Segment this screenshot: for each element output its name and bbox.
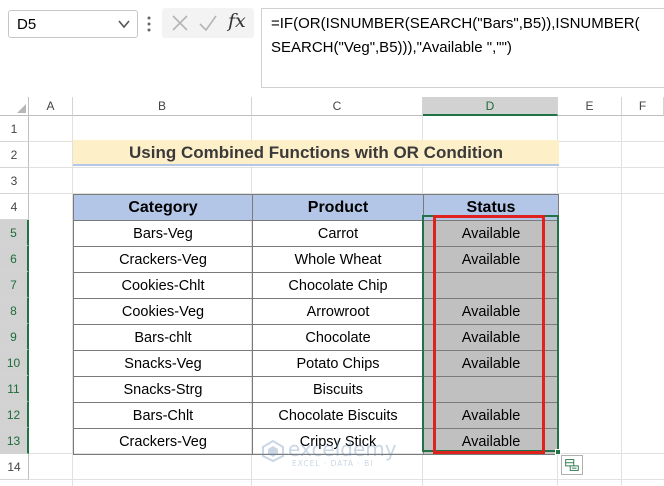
product-cell[interactable]: Potato Chips: [252, 350, 424, 377]
product-cell[interactable]: Chocolate Chip: [252, 272, 424, 299]
header-product[interactable]: Product: [252, 194, 424, 221]
row-header-4[interactable]: 4: [0, 194, 29, 220]
watermark: exceldemy EXCEL · DATA · BI: [262, 437, 412, 471]
category-cell[interactable]: Bars-Chlt: [73, 402, 253, 429]
formula-line-2: SEARCH("Veg",B5))),"Available ",""): [271, 39, 512, 56]
product-cell[interactable]: Chocolate: [252, 324, 424, 351]
cancel-icon[interactable]: [170, 13, 190, 33]
quick-analysis-icon[interactable]: [561, 455, 583, 475]
name-box-value[interactable]: D5: [17, 16, 36, 33]
formula-line-1: =IF(OR(ISNUMBER(SEARCH("Bars",B5)),ISNUM…: [271, 15, 640, 32]
category-cell[interactable]: Bars-Veg: [73, 220, 253, 247]
watermark-name: exceldemy: [288, 437, 397, 461]
column-header-c[interactable]: C: [252, 97, 423, 116]
row-header-10[interactable]: 10: [0, 350, 29, 376]
product-cell[interactable]: Arrowroot: [252, 298, 424, 325]
product-cell[interactable]: Whole Wheat: [252, 246, 424, 273]
chevron-down-icon[interactable]: [117, 15, 131, 33]
sheet-title: Using Combined Functions with OR Conditi…: [73, 140, 559, 166]
category-cell[interactable]: Cookies-Chlt: [73, 272, 253, 299]
select-all-icon: [17, 104, 26, 113]
column-header-a[interactable]: A: [29, 97, 73, 116]
column-header-e[interactable]: E: [558, 97, 622, 116]
row-header-13[interactable]: 13: [0, 428, 29, 454]
column-header-f[interactable]: F: [622, 97, 664, 116]
name-box[interactable]: D5: [8, 10, 138, 38]
row-header-1[interactable]: 1: [0, 116, 29, 142]
category-cell[interactable]: Bars-chlt: [73, 324, 253, 351]
formula-buttons: fx: [162, 8, 254, 38]
category-cell[interactable]: Snacks-Veg: [73, 350, 253, 377]
column-header-d[interactable]: D: [423, 97, 558, 116]
watermark-tagline: EXCEL · DATA · BI: [292, 459, 374, 468]
gridline: [621, 116, 622, 486]
row-header-7[interactable]: 7: [0, 272, 29, 298]
row-header-6[interactable]: 6: [0, 246, 29, 272]
row-header-14[interactable]: 14: [0, 454, 29, 480]
row-header-12[interactable]: 12: [0, 402, 29, 428]
row-header-5[interactable]: 5: [0, 220, 29, 246]
gridline: [29, 167, 664, 168]
gridline: [29, 479, 664, 480]
enter-check-icon[interactable]: [198, 13, 218, 33]
product-cell[interactable]: Biscuits: [252, 376, 424, 403]
select-all-corner[interactable]: [0, 97, 29, 116]
row-header-2[interactable]: 2: [0, 142, 29, 168]
formula-input[interactable]: =IF(OR(ISNUMBER(SEARCH("Bars",B5)),ISNUM…: [261, 8, 664, 88]
worksheet-grid[interactable]: A B C D E F 1 2 3 4 5 6 7 8 9 10 11 12 1…: [0, 97, 664, 486]
category-cell[interactable]: Snacks-Strg: [73, 376, 253, 403]
category-cell[interactable]: Crackers-Veg: [73, 428, 253, 455]
highlight-box: [433, 215, 545, 454]
exceldemy-logo-icon: [262, 440, 284, 462]
header-category[interactable]: Category: [73, 194, 253, 221]
category-cell[interactable]: Crackers-Veg: [73, 246, 253, 273]
category-cell[interactable]: Cookies-Veg: [73, 298, 253, 325]
insert-function-icon[interactable]: fx: [228, 10, 246, 32]
product-cell[interactable]: Carrot: [252, 220, 424, 247]
row-header-3[interactable]: 3: [0, 168, 29, 194]
column-header-b[interactable]: B: [73, 97, 252, 116]
more-options-icon[interactable]: [147, 14, 151, 34]
row-header-9[interactable]: 9: [0, 324, 29, 350]
row-header-8[interactable]: 8: [0, 298, 29, 324]
formula-bar: D5 fx =IF(OR(ISNUMBER(SEARCH("Bars",B5))…: [0, 0, 664, 97]
row-header-11[interactable]: 11: [0, 376, 29, 402]
product-cell[interactable]: Chocolate Biscuits: [252, 402, 424, 429]
